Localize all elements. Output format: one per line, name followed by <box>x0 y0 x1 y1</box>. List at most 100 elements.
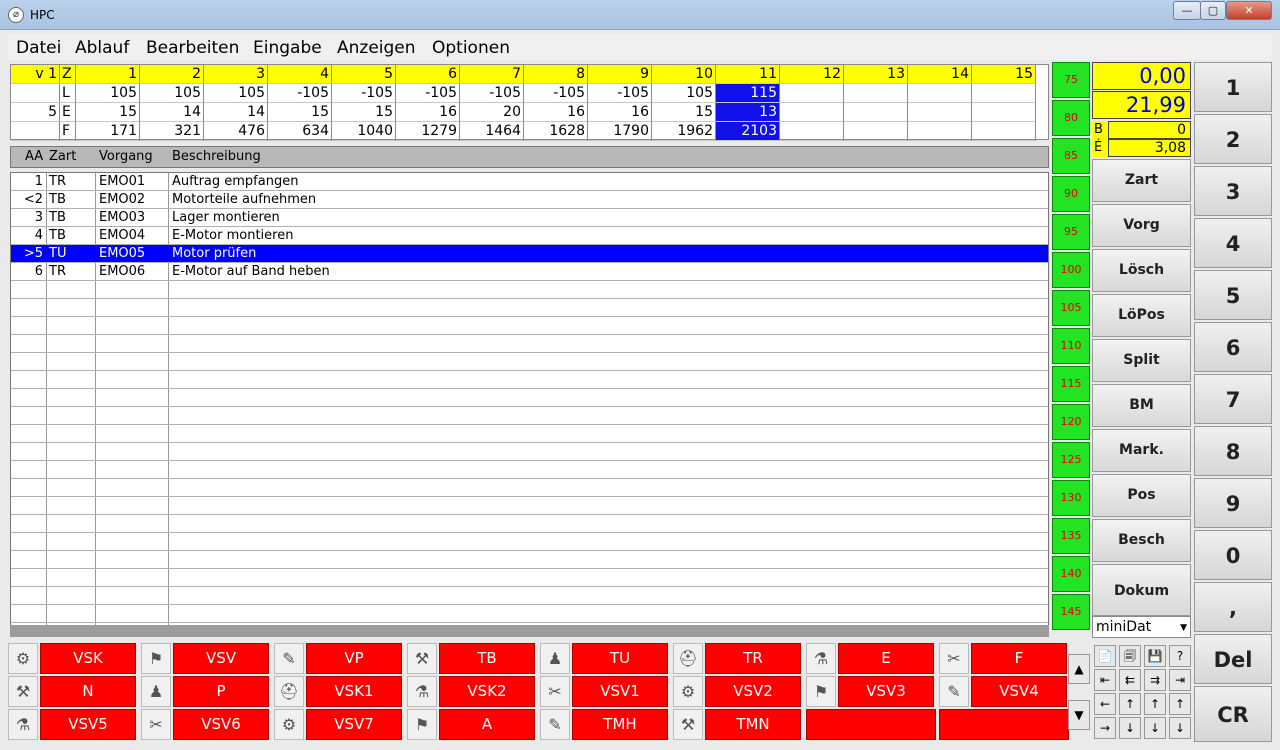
table-cell[interactable]: 20 <box>460 103 524 122</box>
type-vp-icon[interactable]: ✎ <box>274 643 304 674</box>
table-row[interactable]: 1 TR EMO01 Auftrag empfangen <box>11 173 1048 191</box>
table-cell[interactable]: 1464 <box>460 122 524 141</box>
table-header-v[interactable]: v 1 <box>11 65 60 84</box>
enter-button[interactable]: CR <box>1194 686 1272 742</box>
type-button-vsv6[interactable]: VSV6 <box>173 709 269 740</box>
right-icon[interactable]: → <box>1094 717 1116 739</box>
minimize-button[interactable]: — <box>1173 1 1201 20</box>
table-row[interactable] <box>11 299 1048 317</box>
top-icon[interactable]: ↑ <box>1169 693 1191 715</box>
function-button-dokum[interactable]: Dokum <box>1092 564 1191 616</box>
table-row[interactable] <box>11 443 1048 461</box>
table-header-col[interactable]: 1 <box>76 65 140 84</box>
type-button-n[interactable]: N <box>40 676 136 707</box>
type-button-vsv5[interactable]: VSV5 <box>40 709 136 740</box>
minidat-dropdown[interactable]: miniDat ▼ <box>1092 616 1191 638</box>
green-value-button[interactable]: 95 <box>1052 214 1090 250</box>
type-vsk2-icon[interactable]: ⚗ <box>407 676 437 707</box>
table-row[interactable]: <2 TB EMO02 Motorteile aufnehmen <box>11 191 1048 209</box>
table-row[interactable] <box>11 605 1048 623</box>
table-header-col[interactable]: 6 <box>396 65 460 84</box>
table-header-col[interactable]: 9 <box>588 65 652 84</box>
green-value-button[interactable]: 135 <box>1052 518 1090 554</box>
type-button-vsv1[interactable]: VSV1 <box>572 676 668 707</box>
table-row[interactable] <box>11 371 1048 389</box>
table-cell[interactable]: 15 <box>332 103 396 122</box>
table-cell[interactable]: -105 <box>332 84 396 103</box>
table-row[interactable] <box>11 317 1048 335</box>
table-row-prefix[interactable] <box>11 84 60 103</box>
menu-datei[interactable]: Datei <box>16 38 61 58</box>
green-value-button[interactable]: 75 <box>1052 62 1090 98</box>
table-header-col[interactable]: 12 <box>780 65 844 84</box>
table-row[interactable] <box>11 551 1048 569</box>
type-a-icon[interactable]: ⚑ <box>407 709 437 740</box>
numpad-key-9[interactable]: 9 <box>1194 478 1272 528</box>
type-n-icon[interactable]: ⚒ <box>8 676 38 707</box>
type-button-vsv[interactable]: VSV <box>173 643 269 674</box>
table-cell[interactable]: 1790 <box>588 122 652 141</box>
table-row-prefix[interactable]: 5 <box>11 103 60 122</box>
function-button-löpos[interactable]: LöPos <box>1092 294 1191 337</box>
type-tr-icon[interactable]: ⛑ <box>673 643 703 674</box>
type-button-f[interactable]: F <box>971 643 1067 674</box>
table-row[interactable]: >5 TU EMO05 Motor prüfen <box>11 245 1048 263</box>
green-value-button[interactable]: 145 <box>1052 594 1090 630</box>
table-cell[interactable] <box>972 122 1036 141</box>
left-icon[interactable]: ← <box>1094 693 1116 715</box>
type-vsv2-icon[interactable]: ⚙ <box>673 676 703 707</box>
table-cell[interactable]: 1962 <box>652 122 716 141</box>
table-row[interactable] <box>11 497 1048 515</box>
type-button-vsv7[interactable]: VSV7 <box>306 709 402 740</box>
numpad-key-2[interactable]: 2 <box>1194 114 1272 164</box>
type-tmh-icon[interactable]: ✎ <box>540 709 570 740</box>
table-cell[interactable]: 15 <box>652 103 716 122</box>
comma-button[interactable]: , <box>1194 582 1272 632</box>
green-value-button[interactable]: 115 <box>1052 366 1090 402</box>
table-cell[interactable] <box>908 103 972 122</box>
table-row[interactable] <box>11 407 1048 425</box>
table-cell[interactable] <box>780 122 844 141</box>
type-vsv4-icon[interactable]: ✎ <box>939 676 969 707</box>
table-header-col[interactable]: 8 <box>524 65 588 84</box>
table-cell[interactable] <box>844 103 908 122</box>
table-cell[interactable]: 2103 <box>716 122 780 141</box>
scroll-down-icon[interactable]: ▼ <box>1068 700 1090 730</box>
green-value-button[interactable]: 85 <box>1052 138 1090 174</box>
table-cell[interactable] <box>972 84 1036 103</box>
grid-header-aa[interactable]: AA <box>25 149 43 164</box>
page-down-icon[interactable]: ↓ <box>1144 717 1166 739</box>
numpad-key-8[interactable]: 8 <box>1194 426 1272 476</box>
function-button-lösch[interactable]: Lösch <box>1092 249 1191 292</box>
up-icon[interactable]: ↑ <box>1119 693 1141 715</box>
table-row[interactable] <box>11 587 1048 605</box>
table-cell[interactable] <box>908 122 972 141</box>
type-tb-icon[interactable]: ⚒ <box>407 643 437 674</box>
table-header-col[interactable]: 15 <box>972 65 1036 84</box>
table-cell[interactable]: 321 <box>140 122 204 141</box>
table-cell[interactable]: 105 <box>204 84 268 103</box>
green-value-button[interactable]: 130 <box>1052 480 1090 516</box>
table-row-label[interactable]: L <box>60 84 76 103</box>
type-vsv7-icon[interactable]: ⚙ <box>274 709 304 740</box>
type-button-empty[interactable] <box>939 709 1069 740</box>
menu-ablauf[interactable]: Ablauf <box>75 38 129 58</box>
function-button-split[interactable]: Split <box>1092 339 1191 382</box>
table-header-col[interactable]: 4 <box>268 65 332 84</box>
table-cell[interactable] <box>908 84 972 103</box>
table-row[interactable]: 6 TR EMO06 E-Motor auf Band heben <box>11 263 1048 281</box>
table-row[interactable] <box>11 335 1048 353</box>
numpad-key-4[interactable]: 4 <box>1194 218 1272 268</box>
table-cell[interactable]: -105 <box>396 84 460 103</box>
table-cell[interactable]: 16 <box>396 103 460 122</box>
type-button-a[interactable]: A <box>439 709 535 740</box>
numpad-key-7[interactable]: 7 <box>1194 374 1272 424</box>
type-vsv-icon[interactable]: ⚑ <box>141 643 171 674</box>
table-header-col[interactable]: 5 <box>332 65 396 84</box>
table-cell[interactable]: -105 <box>460 84 524 103</box>
table-row[interactable] <box>11 569 1048 587</box>
green-value-button[interactable]: 105 <box>1052 290 1090 326</box>
type-f-icon[interactable]: ✂ <box>939 643 969 674</box>
numpad-key-0[interactable]: 0 <box>1194 530 1272 580</box>
function-button-bm[interactable]: BM <box>1092 384 1191 427</box>
